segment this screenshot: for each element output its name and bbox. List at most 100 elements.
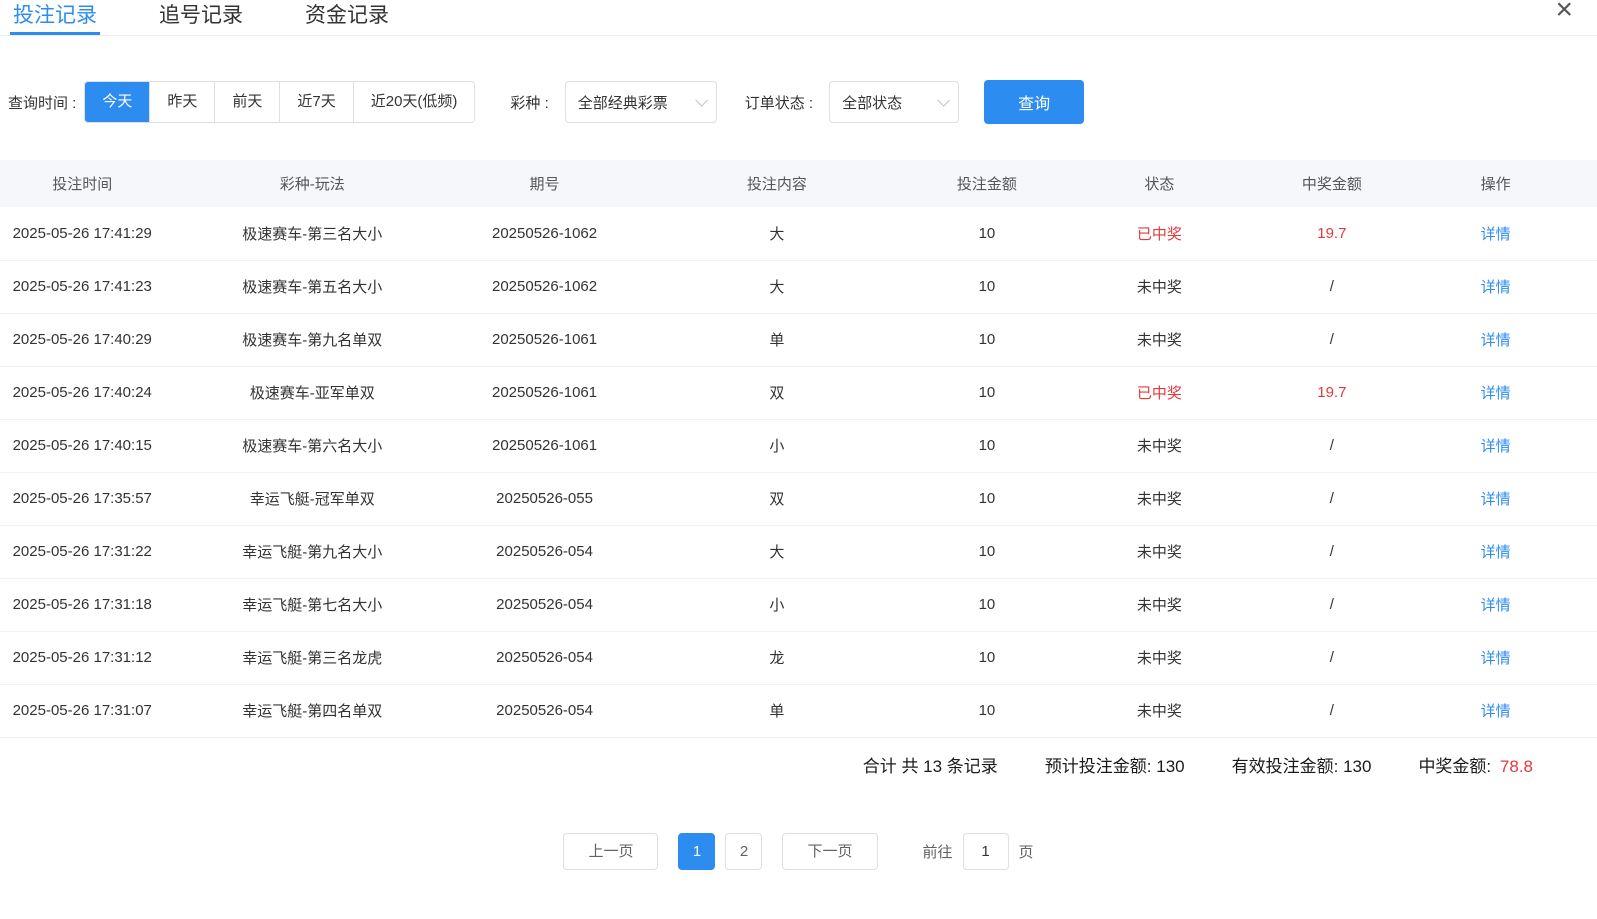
detail-link[interactable]: 详情 [1481,438,1511,455]
bet-amount-cell: 10 [925,366,1050,419]
table-row: 2025-05-26 17:40:15极速赛车-第六名大小20250526-10… [0,419,1597,472]
status-cell: 未中奖 [1049,472,1269,525]
col-prize-amount: 中奖金额 [1270,160,1395,207]
page-button-2[interactable]: 2 [725,833,762,870]
status-cell: 未中奖 [1049,260,1269,313]
issue-number-cell: 20250526-055 [460,472,629,525]
lottery-play-cell: 极速赛车-亚军单双 [164,366,459,419]
bet-amount-cell: 10 [925,313,1050,366]
goto-label: 前往 [923,841,953,862]
action-cell: 详情 [1394,207,1597,260]
action-cell: 详情 [1394,313,1597,366]
bet-content-cell: 双 [629,366,924,419]
table-body: 2025-05-26 17:41:29极速赛车-第三名大小20250526-10… [0,207,1597,737]
bet-time-cell: 2025-05-26 17:41:29 [0,207,164,260]
status-cell: 已中奖 [1049,207,1269,260]
order-status-select[interactable]: 全部状态 [829,81,959,123]
close-icon[interactable]: × [1555,0,1573,28]
detail-link[interactable]: 详情 [1481,385,1511,402]
action-cell: 详情 [1394,578,1597,631]
bet-time-cell: 2025-05-26 17:31:07 [0,684,164,737]
lottery-play-cell: 幸运飞艇-第九名大小 [164,525,459,578]
lottery-play-cell: 幸运飞艇-冠军单双 [164,472,459,525]
table-row: 2025-05-26 17:31:07幸运飞艇-第四名单双20250526-05… [0,684,1597,737]
issue-number-cell: 20250526-054 [460,631,629,684]
bet-amount-cell: 10 [925,578,1050,631]
issue-number-cell: 20250526-1061 [460,313,629,366]
bet-time-cell: 2025-05-26 17:41:23 [0,260,164,313]
lottery-select[interactable]: 全部经典彩票 [565,81,717,123]
goto-page: 前往 页 [923,833,1034,870]
prev-page-button[interactable]: 上一页 [563,833,658,870]
page-button-1[interactable]: 1 [678,833,715,870]
prize-amount-cell: 19.7 [1270,366,1395,419]
bet-content-cell: 大 [629,260,924,313]
bet-time-cell: 2025-05-26 17:40:24 [0,366,164,419]
bet-content-cell: 大 [629,525,924,578]
bet-amount-cell: 10 [925,525,1050,578]
lottery-select-value: 全部经典彩票 [578,92,668,113]
bet-content-cell: 大 [629,207,924,260]
bet-amount-cell: 10 [925,684,1050,737]
prize-amount-cell: 19.7 [1270,207,1395,260]
action-cell: 详情 [1394,472,1597,525]
summary-expected-amount: 预计投注金额: 130 [1045,752,1185,777]
bet-content-cell: 单 [629,684,924,737]
detail-link[interactable]: 详情 [1481,703,1511,720]
goto-page-input[interactable] [963,833,1009,870]
detail-link[interactable]: 详情 [1481,491,1511,508]
bet-time-cell: 2025-05-26 17:31:22 [0,525,164,578]
time-option-yesterday[interactable]: 昨天 [149,82,214,122]
col-bet-content: 投注内容 [629,160,924,207]
lottery-play-cell: 幸运飞艇-第三名龙虎 [164,631,459,684]
bet-content-cell: 小 [629,578,924,631]
detail-link[interactable]: 详情 [1481,544,1511,561]
bet-amount-cell: 10 [925,260,1050,313]
detail-link[interactable]: 详情 [1481,597,1511,614]
bet-content-cell: 单 [629,313,924,366]
prize-amount-cell: / [1270,684,1395,737]
detail-link[interactable]: 详情 [1481,332,1511,349]
bet-time-cell: 2025-05-26 17:40:29 [0,313,164,366]
status-cell: 未中奖 [1049,525,1269,578]
summary-total: 合计 共 13 条记录 [863,752,998,777]
time-option-day-before[interactable]: 前天 [214,82,279,122]
detail-link[interactable]: 详情 [1481,279,1511,296]
query-button[interactable]: 查询 [984,80,1084,124]
time-filter-label: 查询时间 : [8,92,76,113]
lottery-play-cell: 极速赛车-第九名单双 [164,313,459,366]
bet-amount-cell: 10 [925,472,1050,525]
bet-content-cell: 小 [629,419,924,472]
status-cell: 未中奖 [1049,419,1269,472]
action-cell: 详情 [1394,419,1597,472]
time-option-last7days[interactable]: 近7天 [279,82,352,122]
issue-number-cell: 20250526-1061 [460,366,629,419]
time-filter-group: 今天 昨天 前天 近7天 近20天(低频) [84,81,475,123]
chevron-down-icon [937,94,950,107]
bet-time-cell: 2025-05-26 17:40:15 [0,419,164,472]
action-cell: 详情 [1394,525,1597,578]
detail-link[interactable]: 详情 [1481,650,1511,667]
prize-amount-cell: / [1270,260,1395,313]
bet-content-cell: 双 [629,472,924,525]
issue-number-cell: 20250526-1061 [460,419,629,472]
status-cell: 未中奖 [1049,684,1269,737]
col-issue-number: 期号 [460,160,629,207]
tab-betting-records[interactable]: 投注记录 [10,0,100,35]
lottery-play-cell: 幸运飞艇-第七名大小 [164,578,459,631]
status-cell: 未中奖 [1049,578,1269,631]
detail-link[interactable]: 详情 [1481,226,1511,243]
table-header-row: 投注时间 彩种-玩法 期号 投注内容 投注金额 状态 中奖金额 操作 [0,160,1597,207]
lottery-play-cell: 极速赛车-第六名大小 [164,419,459,472]
tab-chase-records[interactable]: 追号记录 [156,0,246,35]
next-page-button[interactable]: 下一页 [782,833,877,870]
time-option-last20days[interactable]: 近20天(低频) [353,82,475,122]
status-cell: 未中奖 [1049,313,1269,366]
page-unit-label: 页 [1019,841,1034,862]
bet-amount-cell: 10 [925,631,1050,684]
time-option-today[interactable]: 今天 [85,82,149,122]
lottery-filter-label: 彩种 : [510,92,548,113]
action-cell: 详情 [1394,260,1597,313]
order-status-filter-label: 订单状态 : [745,92,813,113]
tab-fund-records[interactable]: 资金记录 [302,0,392,35]
